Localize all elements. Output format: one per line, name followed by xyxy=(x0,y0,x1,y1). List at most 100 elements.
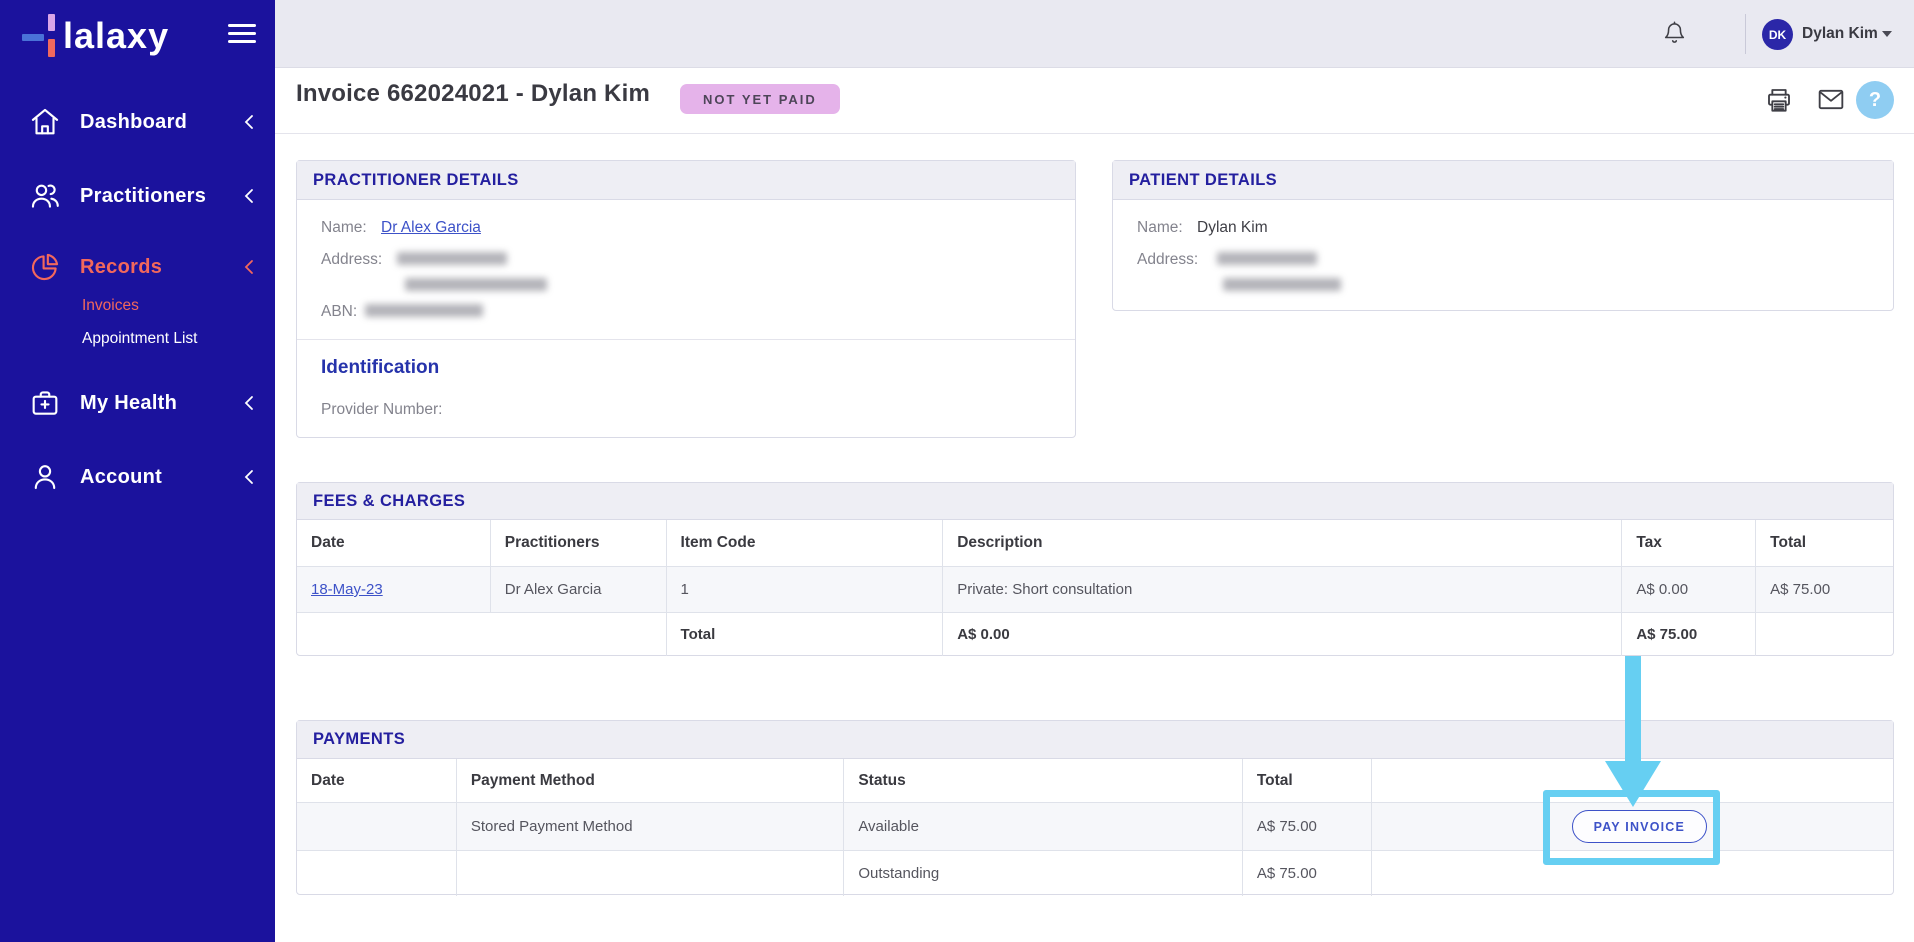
title-divider xyxy=(275,133,1914,134)
section-title: PAYMENTS xyxy=(313,730,405,749)
redacted-address-line2 xyxy=(405,278,547,291)
fee-practitioner-cell: Dr Alex Garcia xyxy=(491,567,667,612)
fee-description-cell: Private: Short consultation xyxy=(943,567,1622,612)
halaxy-logo[interactable]: lalaxy xyxy=(22,10,169,62)
status-badge: NOT YET PAID xyxy=(680,84,840,114)
sidebar-item-dashboard[interactable]: Dashboard xyxy=(0,99,275,145)
col-header-tax: Tax xyxy=(1622,520,1756,566)
tax-sum-cell: A$ 0.00 xyxy=(943,613,1622,656)
sidebar: lalaxy Dashboard Practitioners Records I… xyxy=(0,0,275,942)
col-header-total: Total xyxy=(1243,759,1372,802)
sidebar-item-label: Account xyxy=(80,466,162,489)
fee-date-link[interactable]: 18-May-23 xyxy=(311,581,383,598)
col-header-description: Description xyxy=(943,520,1622,566)
payment-status-cell: Available xyxy=(844,803,1243,850)
practitioner-details-card: PRACTITIONER DETAILS Name: Dr Alex Garci… xyxy=(296,160,1076,438)
payment-date-cell xyxy=(297,803,457,850)
payment-date-cell xyxy=(297,851,457,896)
medkit-icon xyxy=(28,386,62,420)
card-header: PATIENT DETAILS xyxy=(1113,161,1893,200)
user-avatar[interactable]: DK xyxy=(1762,19,1793,50)
redacted-abn xyxy=(365,304,483,317)
section-title: FEES & CHARGES xyxy=(313,492,465,511)
sidebar-item-label: Practitioners xyxy=(80,185,206,208)
name-label: Name: xyxy=(1137,219,1183,237)
fee-tax-cell: A$ 0.00 xyxy=(1622,567,1756,612)
chevron-down-icon[interactable] xyxy=(1882,31,1892,37)
redacted-address-line2 xyxy=(1223,278,1341,291)
menu-toggle-icon[interactable] xyxy=(228,24,256,46)
chevron-left-icon xyxy=(243,188,255,204)
col-header-item-code: Item Code xyxy=(667,520,944,566)
payment-total-cell: A$ 75.00 xyxy=(1243,851,1372,896)
card-header: PAYMENTS xyxy=(297,721,1893,759)
chevron-left-icon xyxy=(243,259,255,275)
chevron-left-icon xyxy=(243,395,255,411)
redacted-address-line1 xyxy=(1217,252,1317,265)
fee-item-code-cell: 1 xyxy=(667,567,944,612)
payment-method-cell: Stored Payment Method xyxy=(457,803,845,850)
chevron-left-icon xyxy=(243,469,255,485)
sidebar-item-label: Records xyxy=(80,256,162,279)
empty-cell xyxy=(297,613,667,656)
main-content: DK Dylan Kim Invoice 662024021 - Dylan K… xyxy=(275,0,1914,942)
print-icon[interactable] xyxy=(1763,84,1795,116)
fees-table-row: 18-May-23 Dr Alex Garcia 1 Private: Shor… xyxy=(297,566,1893,612)
address-label: Address: xyxy=(321,251,382,269)
card-header: PRACTITIONER DETAILS xyxy=(297,161,1075,200)
logo-text: lalaxy xyxy=(63,13,169,59)
help-button[interactable]: ? xyxy=(1856,81,1894,119)
halaxy-logo-icon xyxy=(22,13,62,59)
grand-total-cell: A$ 75.00 xyxy=(1622,613,1756,656)
card-header: FEES & CHARGES xyxy=(297,483,1893,520)
abn-label: ABN: xyxy=(321,303,357,321)
section-title: PATIENT DETAILS xyxy=(1129,171,1277,190)
fees-charges-card: FEES & CHARGES Date Practitioners Item C… xyxy=(296,482,1894,656)
payment-method-cell xyxy=(457,851,845,896)
fee-date-cell: 18-May-23 xyxy=(297,567,491,612)
email-icon[interactable] xyxy=(1815,86,1847,118)
records-pie-icon xyxy=(28,250,62,284)
sidebar-item-label: My Health xyxy=(80,392,177,415)
home-icon xyxy=(28,105,62,139)
sidebar-item-practitioners[interactable]: Practitioners xyxy=(0,173,275,219)
annotation-highlight-box xyxy=(1543,790,1720,865)
practitioner-name-link[interactable]: Dr Alex Garcia xyxy=(381,219,481,237)
sidebar-item-label: Dashboard xyxy=(80,111,187,134)
section-title: PRACTITIONER DETAILS xyxy=(313,171,519,190)
fees-total-row: Total A$ 0.00 A$ 75.00 xyxy=(297,612,1893,656)
fee-total-cell: A$ 75.00 xyxy=(1756,567,1893,612)
payment-status-cell: Outstanding xyxy=(844,851,1243,896)
page-title: Invoice 662024021 - Dylan Kim xyxy=(296,80,650,108)
col-header-practitioners: Practitioners xyxy=(491,520,667,566)
section-divider xyxy=(297,339,1075,340)
name-label: Name: xyxy=(321,219,367,237)
annotation-arrow-shaft xyxy=(1625,656,1641,762)
redacted-address-line1 xyxy=(397,252,507,265)
provider-number-label: Provider Number: xyxy=(321,401,442,419)
col-header-date: Date xyxy=(297,759,457,802)
col-header-total: Total xyxy=(1756,520,1893,566)
sidebar-subitem-invoices[interactable]: Invoices xyxy=(82,297,139,315)
chevron-left-icon xyxy=(243,114,255,130)
person-icon xyxy=(28,460,62,494)
topbar: DK Dylan Kim xyxy=(275,0,1914,68)
topbar-divider xyxy=(1745,14,1746,54)
empty-cell xyxy=(1756,613,1893,656)
practitioners-icon xyxy=(28,179,62,213)
sidebar-item-account[interactable]: Account xyxy=(0,454,275,500)
address-label: Address: xyxy=(1137,251,1198,269)
patient-details-card: PATIENT DETAILS Name: Dylan Kim Address: xyxy=(1112,160,1894,311)
col-header-status: Status xyxy=(844,759,1243,802)
user-name[interactable]: Dylan Kim xyxy=(1802,25,1878,43)
patient-name: Dylan Kim xyxy=(1197,219,1268,237)
sidebar-subitem-appointment-list[interactable]: Appointment List xyxy=(82,330,197,348)
notifications-bell-icon[interactable] xyxy=(1661,20,1688,49)
sidebar-item-my-health[interactable]: My Health xyxy=(0,380,275,426)
col-header-payment-method: Payment Method xyxy=(457,759,845,802)
col-header-date: Date xyxy=(297,520,491,566)
fees-header-row: Date Practitioners Item Code Description… xyxy=(297,520,1893,566)
sidebar-item-records[interactable]: Records xyxy=(0,244,275,290)
total-label-cell: Total xyxy=(667,613,944,656)
payment-total-cell: A$ 75.00 xyxy=(1243,803,1372,850)
